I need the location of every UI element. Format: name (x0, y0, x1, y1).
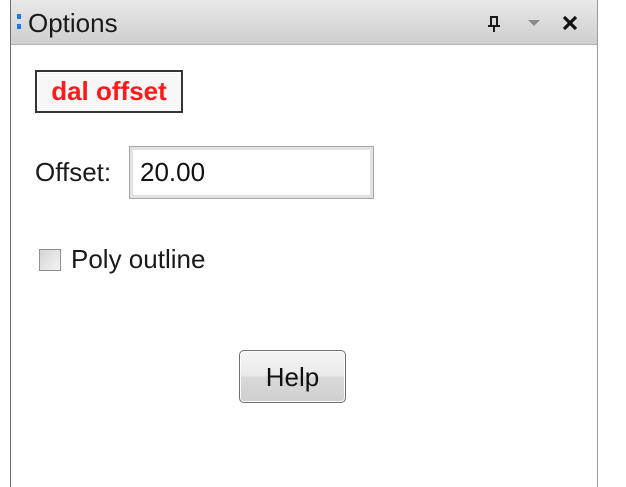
offset-label: Offset: (35, 157, 112, 187)
pin-icon[interactable] (485, 14, 505, 34)
options-panel: Options dal offset Offset: Poly outline … (10, 0, 598, 487)
mode-label: dal offset (35, 70, 183, 113)
offset-input[interactable] (129, 146, 374, 199)
drag-grip-icon[interactable] (17, 14, 21, 30)
poly-outline-checkbox[interactable] (39, 249, 61, 271)
help-button[interactable]: Help (239, 350, 346, 403)
chevron-down-icon[interactable] (525, 12, 543, 32)
panel-titlebar[interactable]: Options (11, 0, 597, 45)
close-icon[interactable] (559, 12, 581, 34)
poly-outline-label[interactable]: Poly outline (71, 244, 205, 274)
panel-title: Options (28, 8, 118, 38)
